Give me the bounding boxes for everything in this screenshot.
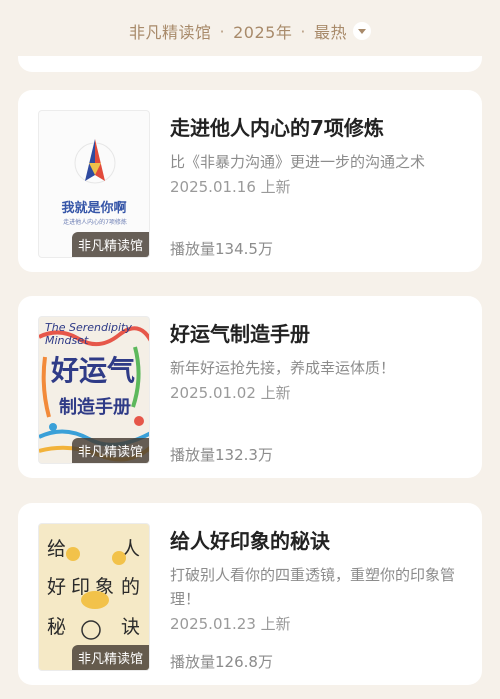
item-description: 打破别人看你的四重透镜，重塑你的印象管理！	[170, 566, 456, 608]
cover-subtitle: 走进他人内心的7项修炼	[63, 219, 127, 226]
filter-header[interactable]: 非凡精读馆 · 2025年 · 最热	[0, 0, 500, 62]
book-cover: 给 人 好 印 象 的 秘 诀 非凡精读馆	[38, 523, 150, 671]
item-date: 2025.01.23 上新	[170, 615, 291, 633]
item-date: 2025.01.02 上新	[170, 384, 291, 402]
item-title: 走进他人内心的7项修炼	[170, 116, 384, 140]
cover-title: 我就是你啊	[61, 201, 127, 216]
cover-subtitle: The Serendipity Mindset	[45, 321, 132, 347]
sort-filter[interactable]: 最热	[314, 19, 347, 43]
item-title: 好运气制造手册	[170, 322, 310, 346]
item-title: 给人好印象的秘诀	[170, 529, 330, 553]
play-count: 播放量134.5万	[170, 240, 273, 258]
item-description: 比《非暴力沟通》更进一步的沟通之术	[170, 153, 426, 171]
play-count: 播放量126.8万	[170, 653, 273, 671]
cover-illustration	[74, 139, 116, 184]
brand-badge: 非凡精读馆	[71, 645, 149, 670]
list-item[interactable]: 我就是你啊 走进他人内心的7项修炼 非凡精读馆 走进他人内心的7项修炼 比《非暴…	[18, 90, 482, 272]
brand-badge: 非凡精读馆	[71, 438, 149, 463]
book-cover: 我就是你啊 走进他人内心的7项修炼 非凡精读馆	[38, 110, 150, 258]
list-item[interactable]: The Serendipity Mindset 好运气 制造手册 非凡精读馆 好…	[18, 296, 482, 478]
previous-card-edge	[18, 56, 482, 72]
item-description: 新年好运抢先接，养成幸运体质！	[170, 359, 396, 377]
item-date: 2025.01.16 上新	[170, 178, 291, 196]
book-cover: The Serendipity Mindset 好运气 制造手册 非凡精读馆	[38, 316, 150, 464]
chevron-down-icon[interactable]	[352, 22, 371, 40]
cover-title: 好运气	[51, 354, 136, 387]
channel-label: 非凡精读馆	[129, 23, 212, 42]
separator-dot: ·	[300, 21, 306, 41]
brand-badge: 非凡精读馆	[71, 232, 149, 257]
play-count: 播放量132.3万	[170, 446, 273, 464]
cover-title-secondary: 制造手册	[59, 397, 131, 418]
list-item[interactable]: 给 人 好 印 象 的 秘 诀 非凡精读馆 给人好印象的秘诀 打破别人看你的四重…	[18, 503, 482, 685]
separator-dot: ·	[219, 21, 226, 41]
year-filter[interactable]: 2025年	[233, 19, 292, 43]
